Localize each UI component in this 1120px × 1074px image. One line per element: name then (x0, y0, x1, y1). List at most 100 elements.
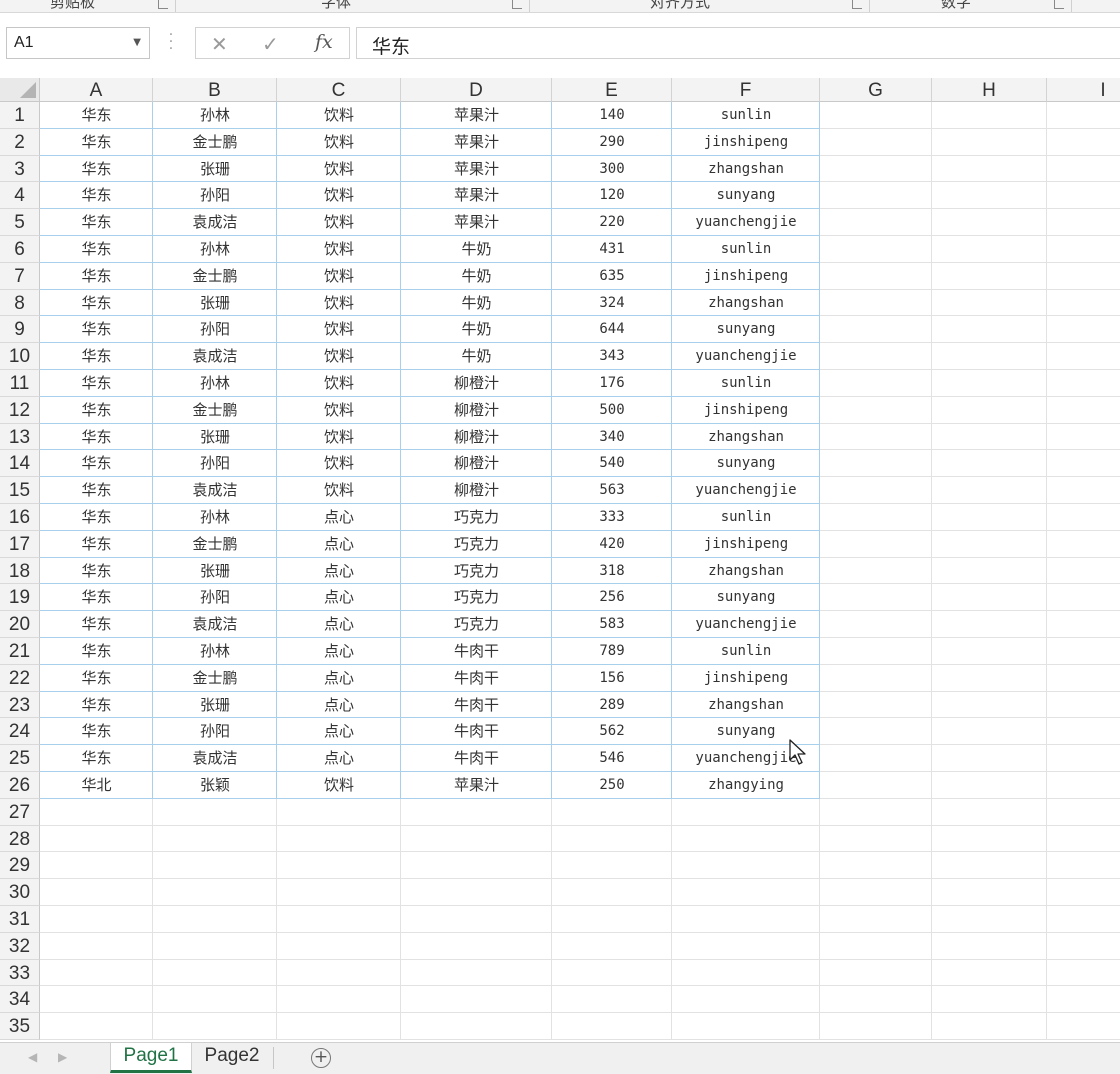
cell-e24[interactable]: 562 (552, 718, 672, 745)
row-header[interactable]: 9 (0, 316, 40, 344)
cell-b8[interactable]: 张珊 (153, 290, 277, 317)
font-dialog-launcher-icon[interactable] (512, 0, 522, 9)
cell-c20[interactable]: 点心 (277, 611, 401, 638)
cell-a11[interactable]: 华东 (40, 370, 153, 397)
cell-d9[interactable]: 牛奶 (401, 316, 552, 343)
cell-c12[interactable]: 饮料 (277, 397, 401, 424)
cell-c5[interactable]: 饮料 (277, 209, 401, 236)
cell-a14[interactable]: 华东 (40, 450, 153, 477)
cell-b20[interactable]: 袁成洁 (153, 611, 277, 638)
column-header-b[interactable]: B (153, 78, 277, 102)
cell-b24[interactable]: 孙阳 (153, 718, 277, 745)
cell-b14[interactable]: 孙阳 (153, 450, 277, 477)
cell-c23[interactable]: 点心 (277, 692, 401, 719)
cell-e23[interactable]: 289 (552, 692, 672, 719)
add-sheet-icon[interactable]: + (311, 1048, 331, 1068)
cell-a2[interactable]: 华东 (40, 129, 153, 156)
row-header[interactable]: 25 (0, 745, 40, 772)
cell-c11[interactable]: 饮料 (277, 370, 401, 397)
column-header-d[interactable]: D (401, 78, 552, 102)
cell-d12[interactable]: 柳橙汁 (401, 397, 552, 424)
cell-c16[interactable]: 点心 (277, 504, 401, 531)
cell-f7[interactable]: jinshipeng (672, 263, 820, 290)
cell-e14[interactable]: 540 (552, 450, 672, 477)
cell-a19[interactable]: 华东 (40, 584, 153, 611)
cell-c17[interactable]: 点心 (277, 531, 401, 558)
cell-f23[interactable]: zhangshan (672, 692, 820, 719)
cell-e3[interactable]: 300 (552, 156, 672, 183)
cell-a13[interactable]: 华东 (40, 424, 153, 451)
row-header[interactable]: 19 (0, 584, 40, 612)
cell-e4[interactable]: 120 (552, 182, 672, 209)
chevron-down-icon[interactable]: ▼ (133, 37, 141, 48)
cell-e6[interactable]: 431 (552, 236, 672, 263)
row-header[interactable]: 23 (0, 691, 40, 719)
cancel-icon[interactable]: ✕ (211, 32, 228, 56)
cell-b18[interactable]: 张珊 (153, 558, 277, 585)
enter-icon[interactable]: ✓ (262, 32, 279, 56)
cell-e25[interactable]: 546 (552, 745, 672, 772)
cell-f17[interactable]: jinshipeng (672, 531, 820, 558)
cell-b13[interactable]: 张珊 (153, 424, 277, 451)
row-header[interactable]: 32 (0, 932, 40, 960)
cell-f5[interactable]: yuanchengjie (672, 209, 820, 236)
row-header[interactable]: 5 (0, 209, 40, 236)
cell-a1[interactable]: 华东 (40, 102, 153, 129)
sheet-tab-page2[interactable]: Page2 (194, 1043, 270, 1073)
cell-c2[interactable]: 饮料 (277, 129, 401, 156)
cell-c25[interactable]: 点心 (277, 745, 401, 772)
cell-c19[interactable]: 点心 (277, 584, 401, 611)
row-header[interactable]: 34 (0, 986, 40, 1014)
cell-c26[interactable]: 饮料 (277, 772, 401, 799)
cell-d4[interactable]: 苹果汁 (401, 182, 552, 209)
cell-c21[interactable]: 点心 (277, 638, 401, 665)
cell-b1[interactable]: 孙林 (153, 102, 277, 129)
cell-b6[interactable]: 孙林 (153, 236, 277, 263)
cell-b3[interactable]: 张珊 (153, 156, 277, 183)
row-header[interactable]: 35 (0, 1013, 40, 1040)
cell-d1[interactable]: 苹果汁 (401, 102, 552, 129)
insert-function-icon[interactable]: fx (315, 31, 333, 53)
cell-f10[interactable]: yuanchengjie (672, 343, 820, 370)
row-header[interactable]: 22 (0, 664, 40, 692)
cell-d2[interactable]: 苹果汁 (401, 129, 552, 156)
cell-b4[interactable]: 孙阳 (153, 182, 277, 209)
cell-e11[interactable]: 176 (552, 370, 672, 397)
row-header[interactable]: 31 (0, 906, 40, 933)
cell-b10[interactable]: 袁成洁 (153, 343, 277, 370)
cell-c10[interactable]: 饮料 (277, 343, 401, 370)
row-header[interactable]: 15 (0, 477, 40, 504)
cell-f14[interactable]: sunyang (672, 450, 820, 477)
cell-f11[interactable]: sunlin (672, 370, 820, 397)
cell-a10[interactable]: 华东 (40, 343, 153, 370)
select-all-button[interactable] (0, 78, 40, 102)
more-options-icon[interactable]: · · · (168, 28, 174, 56)
cell-d25[interactable]: 牛肉干 (401, 745, 552, 772)
cell-e26[interactable]: 250 (552, 772, 672, 799)
cell-a9[interactable]: 华东 (40, 316, 153, 343)
cell-b15[interactable]: 袁成洁 (153, 477, 277, 504)
cell-a6[interactable]: 华东 (40, 236, 153, 263)
row-header[interactable]: 14 (0, 450, 40, 478)
cell-b17[interactable]: 金士鹏 (153, 531, 277, 558)
cell-d7[interactable]: 牛奶 (401, 263, 552, 290)
cell-f18[interactable]: zhangshan (672, 558, 820, 585)
cell-c6[interactable]: 饮料 (277, 236, 401, 263)
cell-a8[interactable]: 华东 (40, 290, 153, 317)
cell-c13[interactable]: 饮料 (277, 424, 401, 451)
cell-c1[interactable]: 饮料 (277, 102, 401, 129)
cell-d21[interactable]: 牛肉干 (401, 638, 552, 665)
cell-b7[interactable]: 金士鹏 (153, 263, 277, 290)
row-header[interactable]: 8 (0, 289, 40, 317)
cell-b11[interactable]: 孙林 (153, 370, 277, 397)
row-header[interactable]: 29 (0, 852, 40, 880)
cell-f20[interactable]: yuanchengjie (672, 611, 820, 638)
cell-a15[interactable]: 华东 (40, 477, 153, 504)
cell-c22[interactable]: 点心 (277, 665, 401, 692)
cell-d18[interactable]: 巧克力 (401, 558, 552, 585)
row-header[interactable]: 10 (0, 343, 40, 370)
cell-e9[interactable]: 644 (552, 316, 672, 343)
cell-f3[interactable]: zhangshan (672, 156, 820, 183)
cell-b12[interactable]: 金士鹏 (153, 397, 277, 424)
row-header[interactable]: 30 (0, 879, 40, 906)
